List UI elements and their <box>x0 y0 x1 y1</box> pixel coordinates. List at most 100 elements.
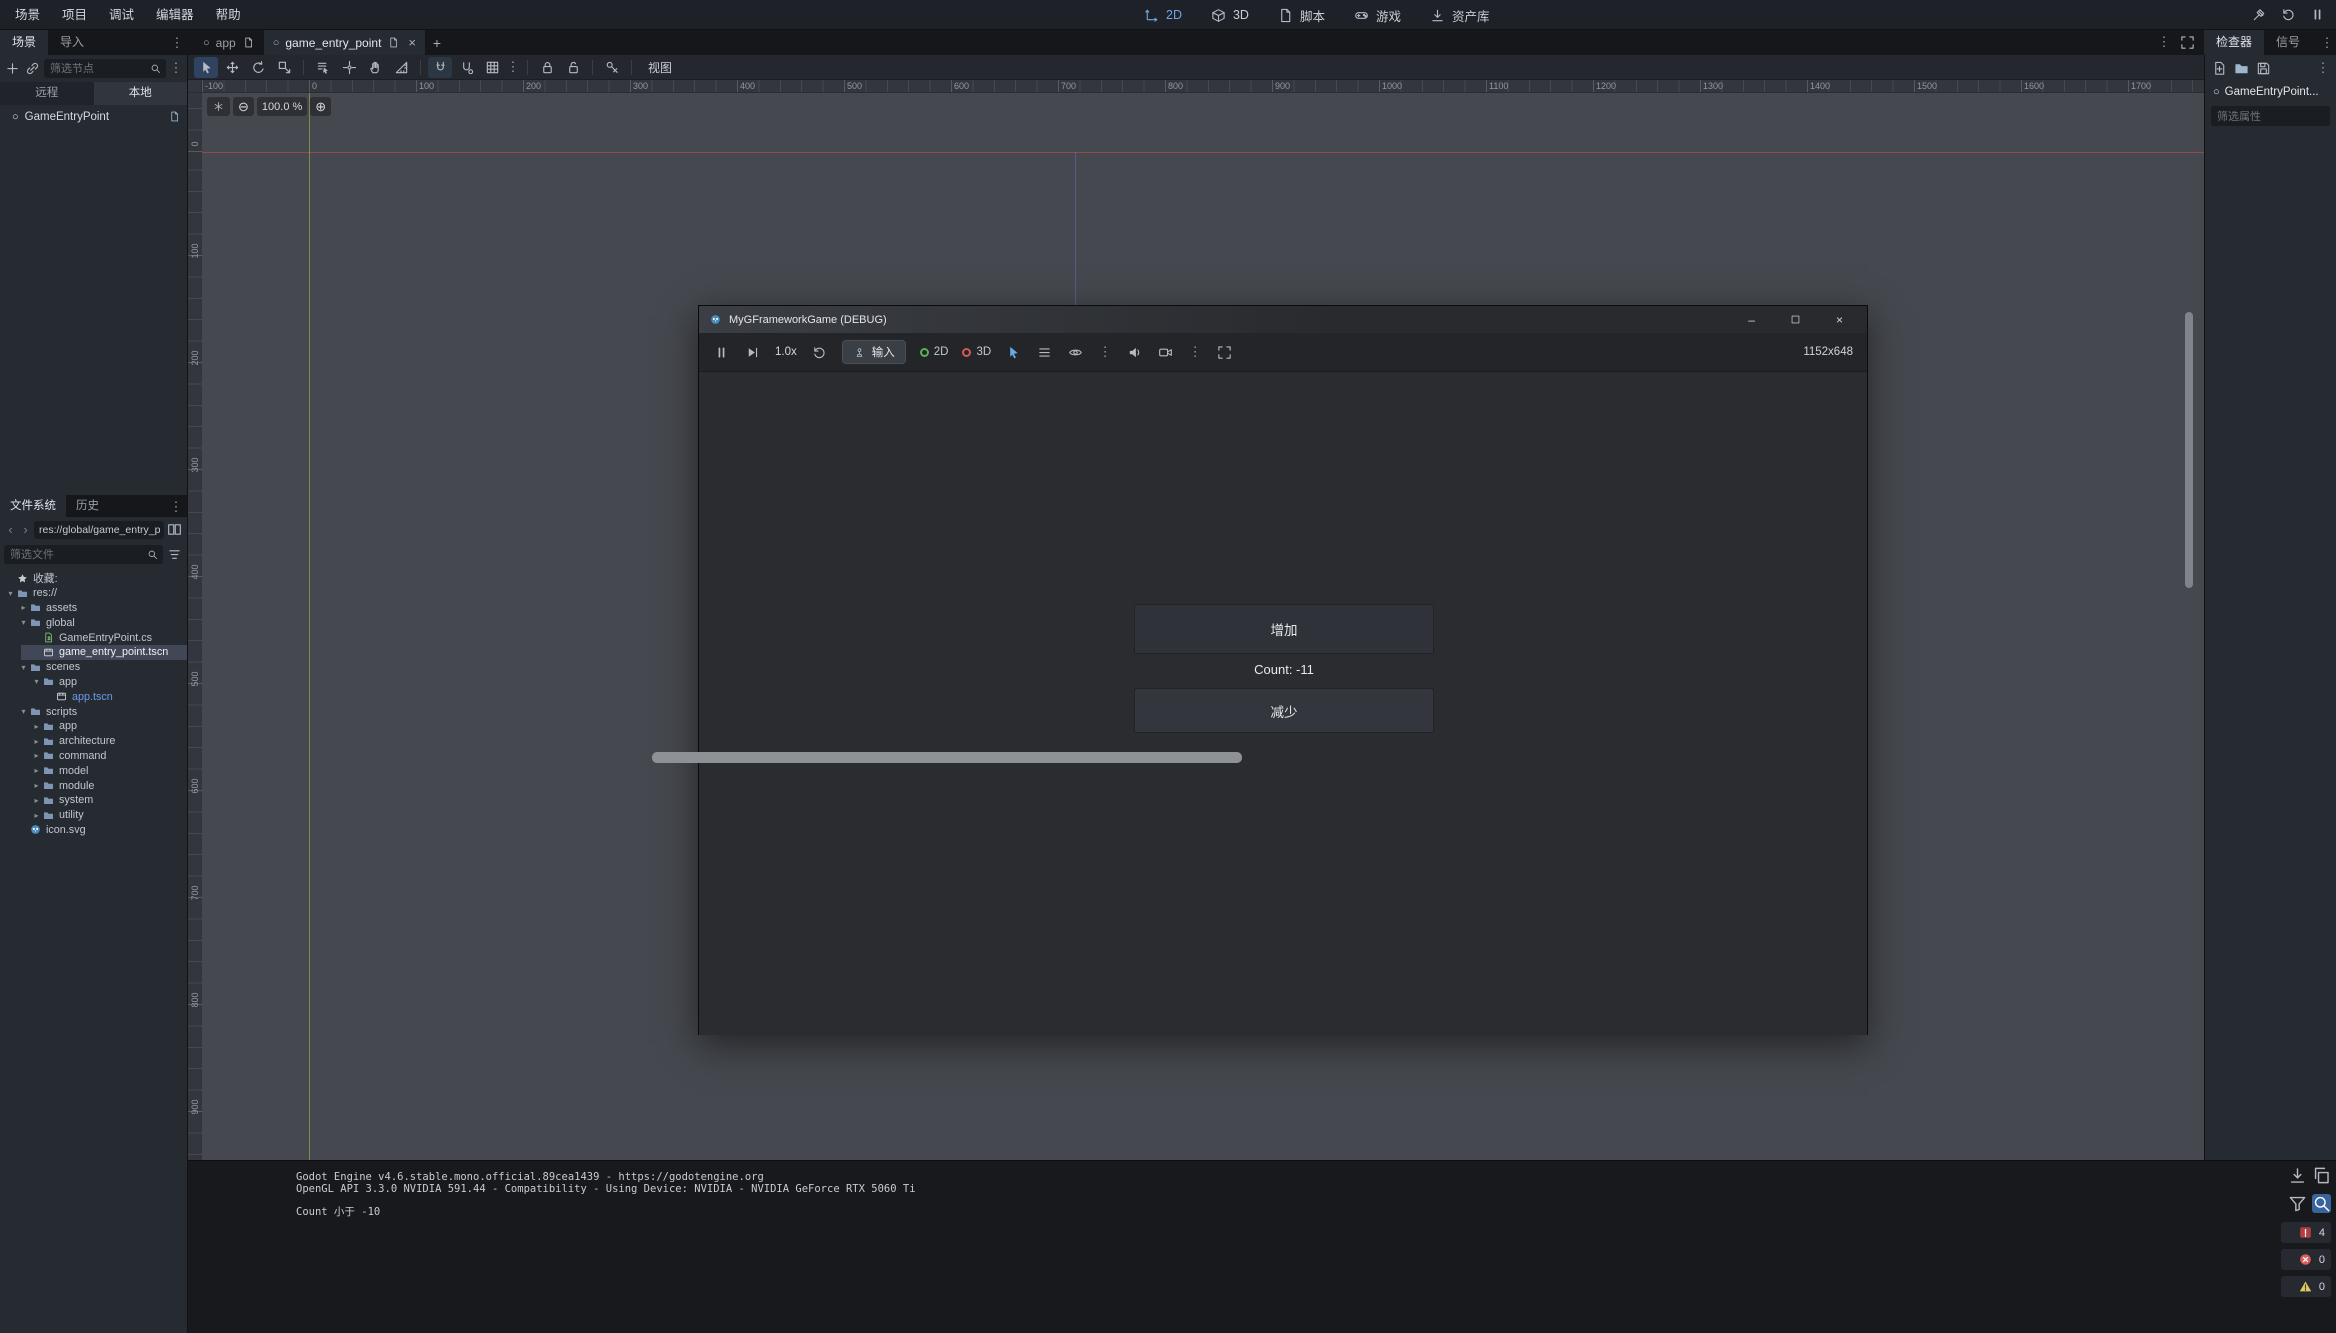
select-tool-button[interactable] <box>194 57 218 78</box>
fs-item-app-tscn[interactable]: app.tscn <box>0 689 187 704</box>
reload-icon[interactable] <box>2280 6 2297 23</box>
fs-item-assets[interactable]: ▸assets <box>0 601 187 616</box>
camera-override-icon[interactable] <box>1157 344 1174 361</box>
scene-tab-app[interactable]: ○ app <box>194 30 264 55</box>
copy-log-icon[interactable] <box>2312 1166 2331 1185</box>
load-resource-icon[interactable] <box>2233 60 2250 77</box>
horizontal-scrollbar[interactable] <box>652 752 1242 763</box>
unlock-button[interactable] <box>561 57 585 78</box>
debug-2d-toggle[interactable]: 2D <box>920 346 949 358</box>
scale-tool-button[interactable] <box>272 57 296 78</box>
menu-场景[interactable]: 场景 <box>4 0 51 30</box>
game-select-icon[interactable] <box>1005 344 1022 361</box>
lock-button[interactable] <box>535 57 559 78</box>
inspector-extra-icon[interactable]: ⋮ <box>2316 60 2330 76</box>
horizontal-ruler[interactable]: -100010020030040050060070080090010001100… <box>202 80 2204 93</box>
tree-arrow-icon[interactable]: ▸ <box>18 603 29 612</box>
grid-snap-button[interactable] <box>480 57 504 78</box>
inspector-dock-menu-icon[interactable]: ⋮ <box>2320 35 2334 51</box>
increase-button[interactable]: 增加 <box>1134 604 1434 654</box>
tree-arrow-icon[interactable]: ▾ <box>31 677 42 686</box>
filter-nodes-input[interactable]: 筛选节点 <box>44 59 166 78</box>
scene-tab-game-entry-point[interactable]: ○ game_entry_point × <box>264 30 425 55</box>
warning-count-badge[interactable]: 0 <box>2281 1276 2331 1297</box>
workspace-游戏[interactable]: 游戏 <box>1353 6 1401 25</box>
menu-项目[interactable]: 项目 <box>51 0 98 30</box>
vertical-scrollbar[interactable] <box>2185 312 2193 588</box>
speed-dropdown[interactable]: 1.0x <box>775 346 797 358</box>
fs-item-app[interactable]: ▾app <box>0 675 187 690</box>
embed-fullscreen-icon[interactable] <box>1216 344 1233 361</box>
scene-tree-menu-icon[interactable]: ⋮ <box>169 60 183 76</box>
minimize-button[interactable]: – <box>1748 314 1755 326</box>
menu-调试[interactable]: 调试 <box>98 0 145 30</box>
zoom-in-button[interactable]: ⊕ <box>310 97 331 116</box>
tree-arrow-icon[interactable]: ▸ <box>31 722 42 731</box>
tab-list-menu-icon[interactable]: ⋮ <box>2157 34 2171 51</box>
zoom-out-button[interactable]: ⊖ <box>233 97 254 116</box>
tab-remote[interactable]: 远程 <box>0 82 94 105</box>
list-select-button[interactable] <box>311 57 335 78</box>
search-log-icon[interactable] <box>2312 1194 2331 1213</box>
visibility-icon[interactable] <box>1067 344 1084 361</box>
zoom-level[interactable]: 100.0 % <box>257 97 307 116</box>
reset-speed-icon[interactable] <box>811 344 828 361</box>
selection-options-icon[interactable]: ⋮ <box>1098 344 1112 360</box>
fs-item-app[interactable]: ▸app <box>0 719 187 734</box>
filesystem-menu-icon[interactable]: ⋮ <box>169 499 183 515</box>
close-button[interactable]: × <box>1836 314 1843 326</box>
view-menu-button[interactable]: 视图 <box>639 59 681 76</box>
close-tab-icon[interactable]: × <box>408 35 416 50</box>
error-count-badge[interactable]: 0 <box>2281 1249 2331 1270</box>
tree-arrow-icon[interactable]: ▸ <box>31 766 42 775</box>
tree-arrow-icon[interactable]: ▸ <box>31 737 42 746</box>
filter-files-input[interactable]: 筛选文件 <box>4 545 163 564</box>
maximize-button[interactable] <box>1789 313 1802 326</box>
pause-game-icon[interactable] <box>713 344 730 361</box>
menu-编辑器[interactable]: 编辑器 <box>145 0 205 30</box>
tree-arrow-icon[interactable]: ▾ <box>18 707 29 716</box>
current-path[interactable]: res://global/game_entry_p <box>34 521 164 539</box>
new-scene-tab-button[interactable]: + <box>425 30 449 55</box>
fs-item-gameentrypoint-cs[interactable]: GameEntryPoint.cs <box>0 630 187 645</box>
tab-inspector[interactable]: 检查器 <box>2204 30 2264 55</box>
debug-3d-toggle[interactable]: 3D <box>962 346 991 358</box>
tab-local[interactable]: 本地 <box>94 82 188 105</box>
smart-snap-button[interactable] <box>428 57 452 78</box>
new-resource-icon[interactable] <box>2211 60 2228 77</box>
open-script-icon[interactable] <box>168 110 181 123</box>
filter-properties-input[interactable]: 筛选属性 <box>2211 106 2330 126</box>
fs-item-architecture[interactable]: ▸architecture <box>0 734 187 749</box>
sort-files-icon[interactable] <box>166 546 183 563</box>
input-mode-button[interactable]: 输入 <box>842 340 906 364</box>
fs-item-utility[interactable]: ▸utility <box>0 808 187 823</box>
build-icon[interactable] <box>2251 6 2268 23</box>
rotate-tool-button[interactable] <box>246 57 270 78</box>
forward-icon[interactable]: › <box>19 522 32 537</box>
next-frame-icon[interactable] <box>744 344 761 361</box>
tab-signals[interactable]: 信号 <box>2264 30 2312 55</box>
workspace-3D[interactable]: 3D <box>1210 7 1249 24</box>
tree-arrow-icon[interactable]: ▸ <box>31 751 42 760</box>
scene-tree-root-node[interactable]: ○ GameEntryPoint <box>0 105 187 128</box>
fs-item-scripts[interactable]: ▾scripts <box>0 704 187 719</box>
fs-item-global[interactable]: ▾global <box>0 615 187 630</box>
vertical-ruler[interactable]: 0100200300400500600700800900 <box>188 93 202 1160</box>
fs-item-module[interactable]: ▸module <box>0 778 187 793</box>
decrease-button[interactable]: 减少 <box>1134 688 1434 733</box>
scene-dock-menu-icon[interactable]: ⋮ <box>170 35 184 51</box>
fs-item-system[interactable]: ▸system <box>0 793 187 808</box>
tree-arrow-icon[interactable]: ▾ <box>5 589 16 598</box>
back-icon[interactable]: ‹ <box>4 522 17 537</box>
move-tool-button[interactable] <box>220 57 244 78</box>
save-resource-icon[interactable] <box>2255 60 2272 77</box>
snap-options-icon[interactable]: ⋮ <box>506 59 520 75</box>
tree-arrow-icon[interactable]: ▾ <box>18 663 29 672</box>
fs-item-scenes[interactable]: ▾scenes <box>0 660 187 675</box>
save-log-icon[interactable] <box>2288 1166 2307 1185</box>
split-view-icon[interactable] <box>166 521 183 538</box>
tree-arrow-icon[interactable]: ▸ <box>31 781 42 790</box>
instance-scene-icon[interactable] <box>24 60 41 77</box>
inspected-node[interactable]: ○ GameEntryPoint... <box>2205 81 2336 103</box>
animation-key-button[interactable] <box>600 57 624 78</box>
